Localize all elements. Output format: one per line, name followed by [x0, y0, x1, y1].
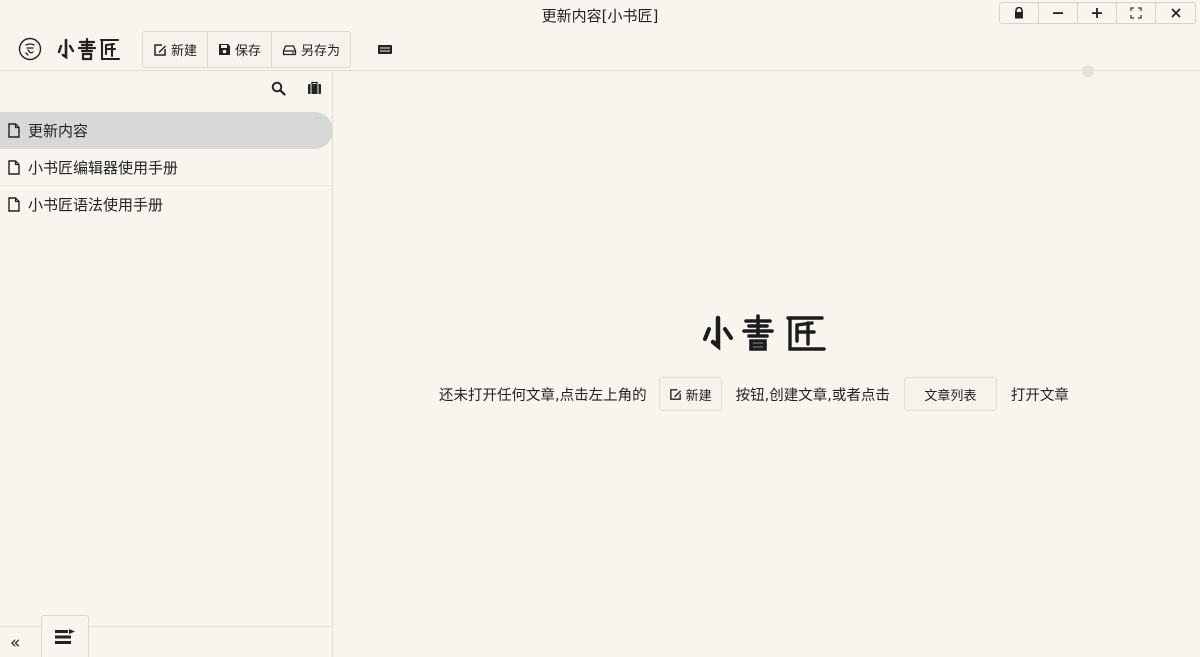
title-bar: 更新内容[小书匠] — [0, 0, 1200, 28]
save-as-button-label: 另存为 — [301, 44, 341, 59]
main-content: 还未打开任何文章,点击左上角的 新建 按钮,创建文章,或者点击 文章列表 打开文… — [334, 72, 1200, 657]
hint-new-button[interactable]: 新建 — [658, 377, 722, 411]
edit-icon — [154, 43, 166, 56]
document-item[interactable]: 小书匠编辑器使用手册 — [0, 149, 333, 186]
hint-article-list-button[interactable]: 文章列表 — [903, 377, 997, 411]
hint-article-list-label: 文章列表 — [924, 388, 977, 404]
document-title: 更新内容 — [28, 122, 89, 140]
collapse-sidebar-button[interactable]: « — [10, 633, 20, 653]
floppy-disk-icon — [219, 44, 231, 55]
minimize-button[interactable] — [1039, 3, 1078, 23]
app-logo-icon[interactable] — [18, 37, 42, 61]
empty-state-hint: 还未打开任何文章,点击左上角的 新建 按钮,创建文章,或者点击 文章列表 打开文… — [439, 377, 1069, 411]
search-button[interactable] — [270, 80, 286, 96]
document-title: 小书匠编辑器使用手册 — [28, 158, 179, 177]
hint-text-middle: 按钮,创建文章,或者点击 — [735, 387, 890, 404]
hint-text-before: 还未打开任何文章,点击左上角的 — [439, 387, 647, 404]
file-actions-group: 新建 保存 另存为 — [142, 31, 352, 68]
new-button-label: 新建 — [171, 44, 198, 59]
document-item[interactable]: 更新内容 — [0, 112, 333, 149]
app-window: 更新内容[小书匠] 新建 保存 另存为 更新内容 小书匠编辑器使用手册 小书匠语… — [0, 0, 1200, 657]
minimize-icon — [1053, 12, 1063, 14]
new-button[interactable]: 新建 — [143, 32, 209, 67]
briefcase-button[interactable] — [306, 80, 322, 96]
hint-text-after: 打开文章 — [1010, 387, 1069, 404]
sidebar-footer: « — [0, 615, 333, 657]
fullscreen-button[interactable] — [1117, 3, 1156, 23]
lock-button[interactable] — [1000, 3, 1039, 23]
save-button[interactable]: 保存 — [208, 32, 273, 67]
document-list: 更新内容 小书匠编辑器使用手册 小书匠语法使用手册 — [0, 112, 333, 223]
save-button-label: 保存 — [235, 44, 262, 59]
fullscreen-icon — [1130, 7, 1142, 19]
maximize-icon — [1092, 8, 1102, 18]
edit-icon — [669, 388, 681, 400]
brand-wordmark — [703, 314, 826, 351]
file-icon — [8, 197, 20, 212]
lock-icon — [1015, 7, 1023, 19]
briefcase-icon — [307, 81, 321, 94]
document-title: 小书匠语法使用手册 — [28, 196, 164, 214]
sidebar-tools — [270, 80, 322, 96]
sidebar: 更新内容 小书匠编辑器使用手册 小书匠语法使用手册 « — [0, 72, 333, 657]
toolbar: 新建 保存 另存为 — [0, 28, 1200, 71]
document-list-toggle-button[interactable] — [41, 615, 89, 657]
toolbar-more-icon[interactable] — [376, 42, 394, 56]
close-button[interactable] — [1156, 3, 1195, 23]
close-icon — [1170, 8, 1181, 18]
file-icon — [8, 123, 20, 138]
search-icon — [271, 81, 286, 96]
document-item[interactable]: 小书匠语法使用手册 — [0, 186, 333, 223]
maximize-button[interactable] — [1078, 3, 1117, 23]
file-icon — [8, 159, 20, 175]
window-controls — [999, 2, 1196, 24]
hard-drive-icon — [282, 44, 297, 55]
app-logo-wordmark — [57, 37, 121, 61]
save-as-button[interactable]: 另存为 — [272, 32, 350, 67]
hint-new-button-label: 新建 — [685, 388, 712, 404]
list-arrow-icon — [55, 629, 75, 644]
